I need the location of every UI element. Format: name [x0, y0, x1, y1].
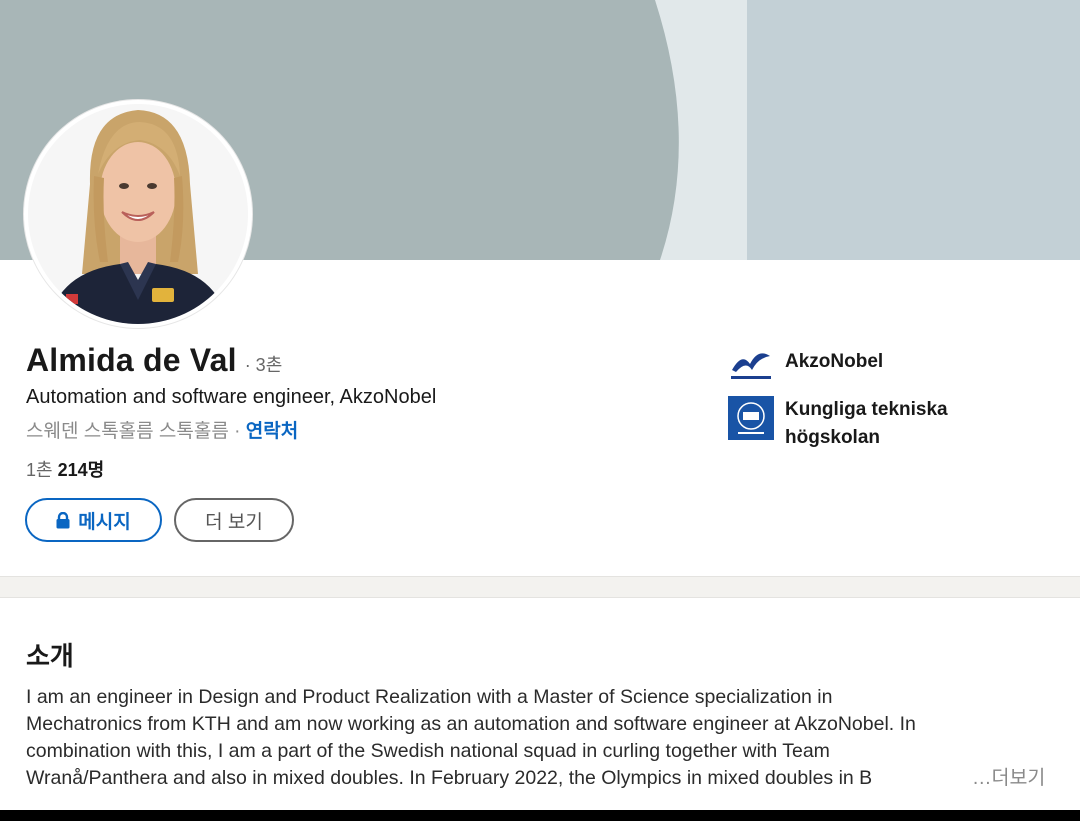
- about-line: combination with this, I am a part of th…: [26, 740, 830, 762]
- window-bottom-edge: [0, 810, 1080, 821]
- about-line: Mechatronics from KTH and am now working…: [26, 713, 916, 735]
- org-kth[interactable]: Kungliga tekniska högskolan: [728, 396, 985, 452]
- profile-name: Almida de Val: [26, 342, 237, 378]
- profile-location: 스웨덴 스톡홀름 스톡홀름 ·: [26, 421, 241, 442]
- see-more-link[interactable]: …더보기: [972, 765, 1045, 792]
- profile-photo[interactable]: [24, 100, 252, 328]
- org-name-akzonobel: AkzoNobel: [785, 351, 884, 372]
- message-button-label: 메시지: [78, 511, 131, 533]
- org-name-kth: Kungliga tekniska högskolan: [785, 399, 948, 448]
- connections-count[interactable]: 1촌 214명: [26, 456, 104, 482]
- about-last-line: Wranå/Panthera and also in mixed doubles…: [26, 765, 1056, 792]
- akzonobel-logo-icon: [728, 346, 774, 390]
- name-line: Almida de Val · 3촌: [26, 342, 282, 386]
- avatar-illustration: [28, 104, 248, 324]
- message-button[interactable]: 메시지: [25, 498, 162, 542]
- location-line: 스웨덴 스톡홀름 스톡홀름 · 연락처: [26, 416, 298, 443]
- connection-degree: · 3촌: [244, 355, 283, 375]
- about-text: I am an engineer in Design and Product R…: [26, 684, 1056, 792]
- about-line: I am an engineer in Design and Product R…: [26, 686, 833, 708]
- kth-logo-icon: [728, 396, 774, 440]
- profile-headline: Automation and software engineer, AkzoNo…: [26, 386, 437, 408]
- connections-number: 214명: [57, 460, 105, 480]
- org-akzonobel[interactable]: AkzoNobel: [728, 346, 985, 390]
- section-divider: [0, 576, 1080, 598]
- more-button[interactable]: 더 보기: [174, 498, 294, 542]
- about-title: 소개: [26, 641, 74, 671]
- connections-prefix: 1촌: [26, 460, 53, 480]
- about-line: Wranå/Panthera and also in mixed doubles…: [26, 767, 873, 789]
- contact-info-link[interactable]: 연락처: [246, 421, 298, 442]
- lock-icon: [56, 511, 70, 529]
